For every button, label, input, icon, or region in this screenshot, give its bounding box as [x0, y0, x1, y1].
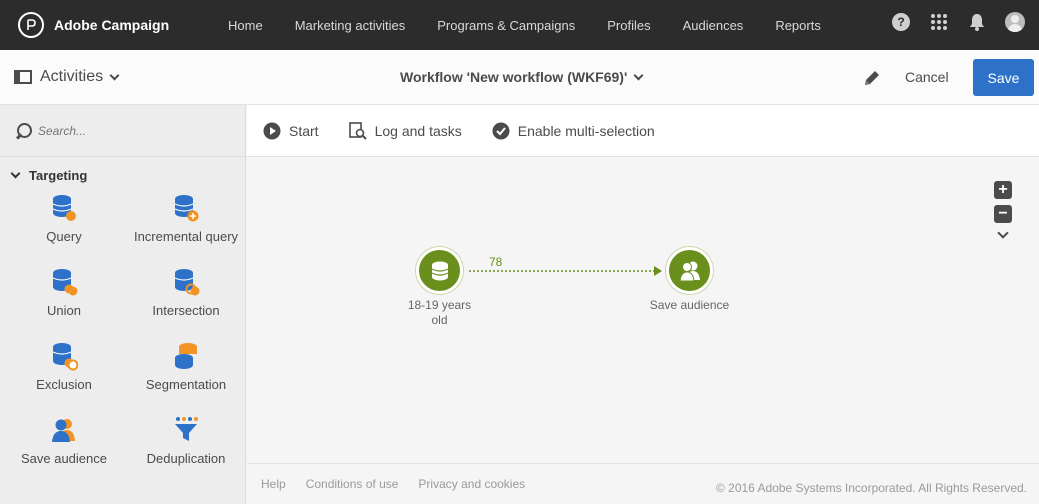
- activity-label: Union: [47, 303, 81, 318]
- chevron-down-icon: [10, 168, 21, 178]
- activity-label: Deduplication: [146, 451, 226, 466]
- activity-label: Incremental query: [133, 229, 239, 244]
- transition-layer: [469, 266, 662, 276]
- node-label: Save audience: [649, 298, 730, 312]
- help-icon[interactable]: ?: [891, 12, 911, 32]
- play-icon: [263, 122, 281, 139]
- workflow-title-text: Workflow 'New workflow (WKF69)': [400, 69, 628, 85]
- copyright: © 2016 Adobe Systems Incorporated. All R…: [715, 481, 1027, 495]
- search-input[interactable]: [38, 123, 218, 138]
- activity-label: Save audience: [20, 451, 107, 466]
- workflow-node-save-audience[interactable]: Save audience: [647, 247, 732, 313]
- start-label: Start: [289, 122, 319, 139]
- footer-link-help[interactable]: Help: [261, 477, 286, 491]
- activities-sidebar: Targeting Query Incremental query: [0, 105, 246, 504]
- search-icon: [14, 122, 32, 140]
- activity-label: Query: [46, 229, 82, 244]
- activity-label: Intersection: [152, 303, 220, 318]
- multi-selection-button[interactable]: Enable multi-selection: [492, 122, 655, 140]
- save-audience-icon: [52, 419, 75, 442]
- activity-save-audience[interactable]: Save audience: [0, 415, 128, 489]
- activity-label: Exclusion: [36, 377, 92, 392]
- main-nav: Home Marketing activities Programs & Cam…: [228, 18, 853, 33]
- brand-name: Adobe Campaign: [54, 17, 170, 33]
- top-navigation-bar: Adobe Campaign Home Marketing activities…: [0, 0, 1039, 50]
- adobe-campaign-logo-icon: [18, 12, 44, 38]
- activity-deduplication[interactable]: Deduplication: [128, 415, 244, 489]
- footer-link-conditions[interactable]: Conditions of use: [306, 477, 399, 491]
- activities-label: Activities: [40, 68, 104, 85]
- nav-audiences[interactable]: Audiences: [683, 18, 744, 33]
- footer: Help Conditions of use Privacy and cooki…: [247, 463, 1039, 504]
- activity-query[interactable]: Query: [0, 193, 128, 267]
- activity-union[interactable]: Union: [0, 267, 128, 341]
- brand[interactable]: Adobe Campaign: [18, 12, 228, 38]
- apps-grid-icon[interactable]: [929, 12, 949, 32]
- deduplication-icon: [175, 417, 198, 441]
- footer-link-privacy[interactable]: Privacy and cookies: [418, 477, 525, 491]
- incremental-query-icon: [174, 195, 199, 222]
- activities-toggle[interactable]: Activities: [14, 68, 120, 86]
- start-button[interactable]: Start: [263, 122, 319, 140]
- avatar-icon[interactable]: [1005, 12, 1025, 32]
- segmentation-icon: [175, 343, 197, 369]
- section-title: Targeting: [29, 167, 88, 183]
- nav-reports[interactable]: Reports: [775, 18, 821, 33]
- log-search-icon: [348, 121, 367, 140]
- activities-search: [0, 105, 245, 157]
- exclusion-icon: [52, 343, 78, 371]
- sidebar-panel-icon: [14, 70, 32, 84]
- workflow-header: Activities Workflow 'New workflow (WKF69…: [0, 50, 1039, 105]
- nav-marketing-activities[interactable]: Marketing activities: [295, 18, 406, 33]
- union-icon: [52, 269, 78, 296]
- activity-intersection[interactable]: Intersection: [128, 267, 244, 341]
- log-and-tasks-button[interactable]: Log and tasks: [348, 121, 462, 140]
- activity-incremental-query[interactable]: Incremental query: [128, 193, 244, 267]
- node-save-audience-icon: [666, 247, 713, 294]
- save-button[interactable]: Save: [973, 59, 1034, 96]
- bell-icon[interactable]: [967, 12, 987, 32]
- workflow-canvas[interactable]: + − 78 18-19 years old Save audience: [247, 158, 1039, 463]
- activity-label: Segmentation: [145, 377, 227, 392]
- nav-home[interactable]: Home: [228, 18, 263, 33]
- chevron-down-icon: [109, 70, 120, 80]
- workflow-toolbar: Start Log and tasks Enable multi-selecti…: [247, 105, 1039, 157]
- intersection-icon: [174, 269, 200, 296]
- activity-grid: Query Incremental query Union Intersecti…: [0, 193, 245, 489]
- activity-exclusion[interactable]: Exclusion: [0, 341, 128, 415]
- chevron-down-icon: [633, 70, 644, 80]
- workflow-node-query[interactable]: 18-19 years old: [397, 247, 482, 328]
- multi-label: Enable multi-selection: [517, 122, 655, 139]
- top-icons: ?: [873, 12, 1025, 32]
- nav-profiles[interactable]: Profiles: [607, 18, 650, 33]
- log-label: Log and tasks: [374, 122, 462, 139]
- nav-programs-campaigns[interactable]: Programs & Campaigns: [437, 18, 575, 33]
- activity-segmentation[interactable]: Segmentation: [128, 341, 244, 415]
- query-icon: [52, 195, 76, 221]
- cancel-button[interactable]: Cancel: [905, 69, 949, 85]
- edit-pencil-icon[interactable]: [862, 68, 882, 88]
- section-targeting[interactable]: Targeting: [0, 157, 245, 193]
- check-circle-icon: [492, 122, 510, 139]
- transition-count: 78: [489, 255, 503, 269]
- workflow-title[interactable]: Workflow 'New workflow (WKF69)': [400, 69, 644, 85]
- node-query-icon: [416, 247, 463, 294]
- node-label: 18-19 years old: [407, 298, 472, 327]
